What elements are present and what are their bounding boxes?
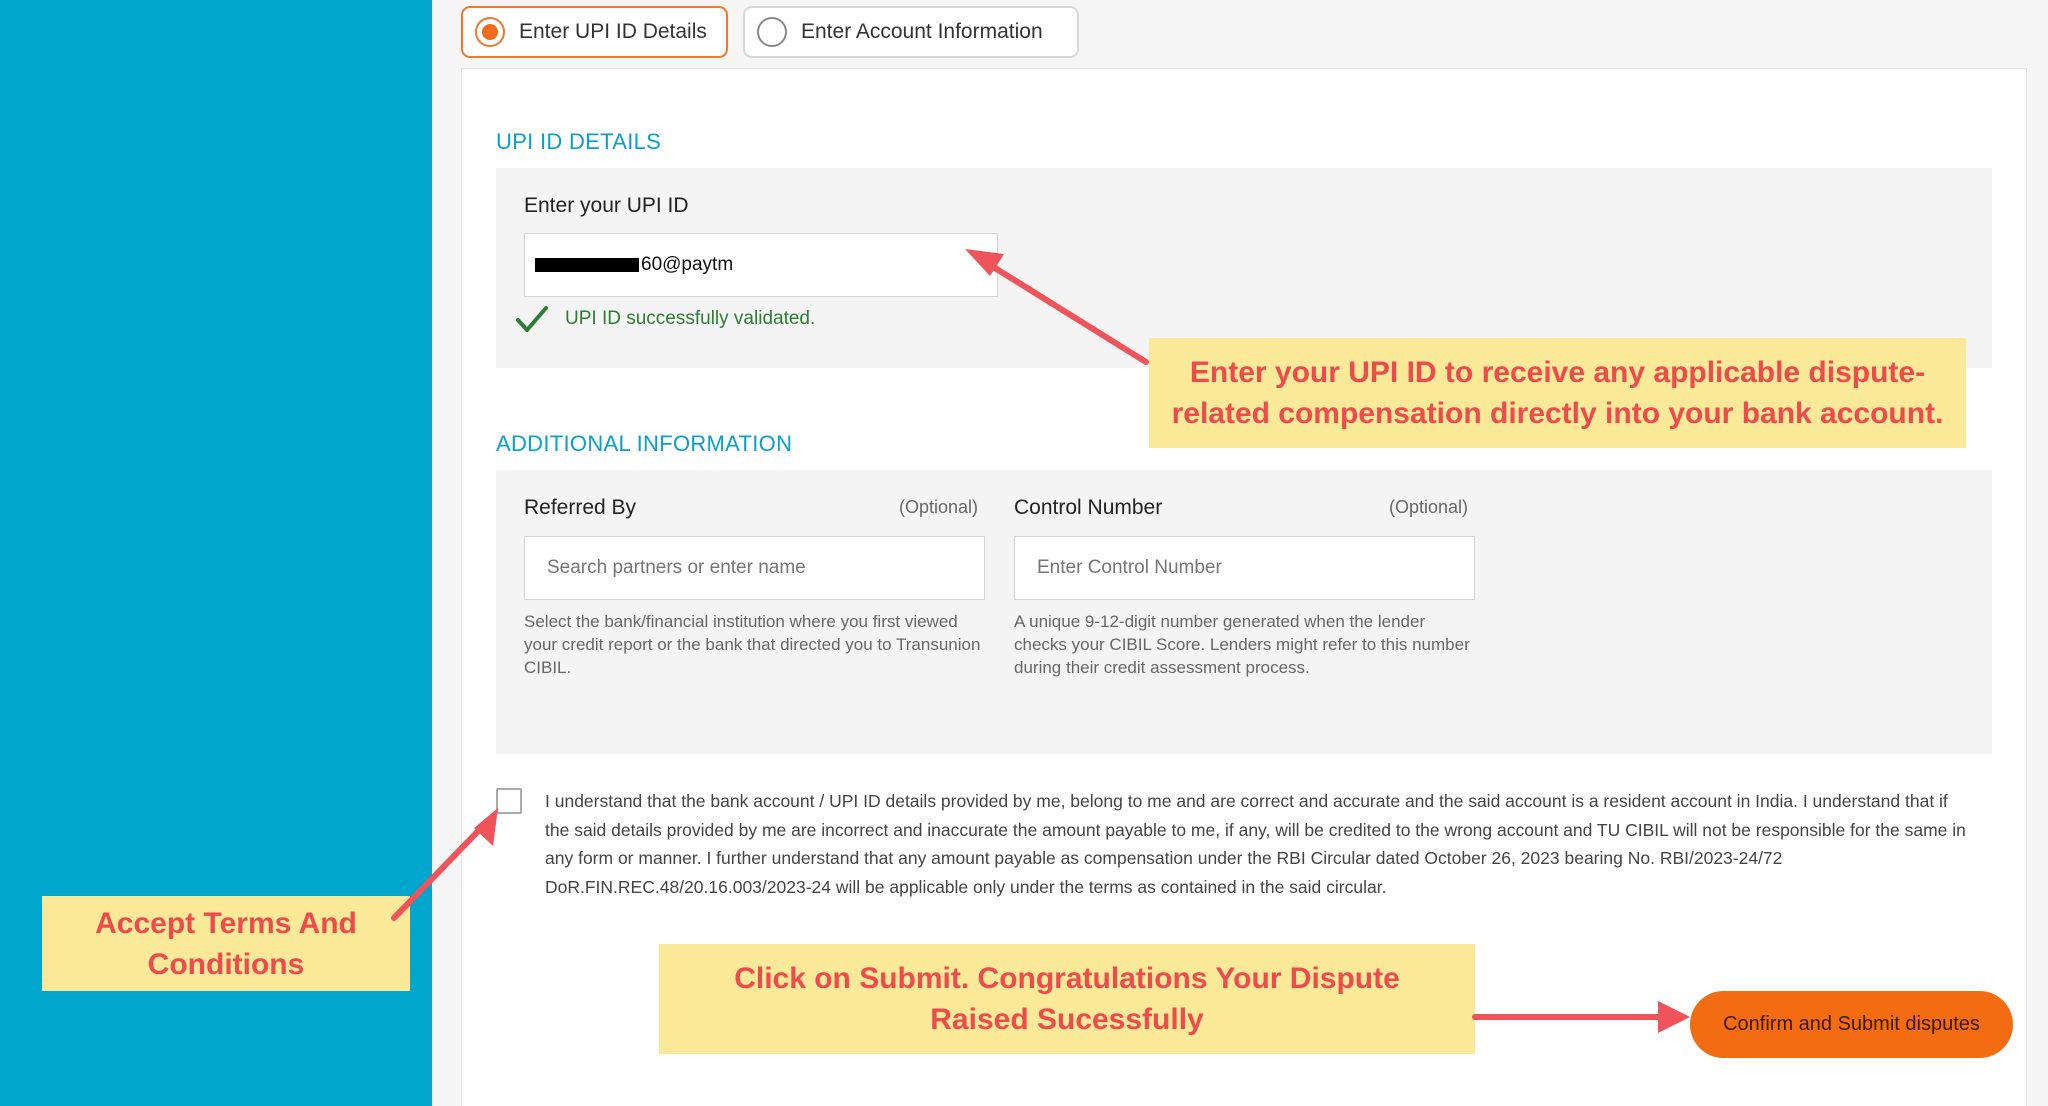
terms-callout: Accept Terms And Conditions xyxy=(42,896,410,991)
radio-empty-icon xyxy=(757,17,787,47)
validation-text: UPI ID successfully validated. xyxy=(565,308,816,329)
referred-by-label: Referred By xyxy=(524,496,637,519)
tab-label: Enter UPI ID Details xyxy=(519,20,707,43)
check-icon xyxy=(516,306,548,332)
upi-id-input[interactable]: 60@paytm xyxy=(524,233,998,297)
submit-callout: Click on Submit. Congratulations Your Di… xyxy=(659,944,1475,1054)
radio-selected-icon xyxy=(475,17,505,47)
redacted-text xyxy=(535,258,639,272)
control-number-optional: (Optional) xyxy=(1389,497,1469,517)
upi-validation-message: UPI ID successfully validated. xyxy=(515,304,815,334)
confirm-submit-disputes-button[interactable]: Confirm and Submit disputes xyxy=(1690,991,2013,1058)
referred-by-input[interactable] xyxy=(524,536,985,600)
referred-by-help: Select the bank/financial institution wh… xyxy=(524,612,981,677)
terms-text: I understand that the bank account / UPI… xyxy=(545,791,1966,897)
upi-callout: Enter your UPI ID to receive any applica… xyxy=(1149,338,1966,448)
control-number-help: A unique 9-12-digit number generated whe… xyxy=(1014,612,1470,677)
terms-checkbox[interactable] xyxy=(496,788,522,814)
tab-label: Enter Account Information xyxy=(801,20,1043,43)
additional-info-title: ADDITIONAL INFORMATION xyxy=(496,431,793,456)
upi-field-label: Enter your UPI ID xyxy=(524,194,689,217)
referred-by-optional: (Optional) xyxy=(899,497,979,517)
tab-enter-account-information[interactable]: Enter Account Information xyxy=(743,6,1079,58)
tab-enter-upi-id-details[interactable]: Enter UPI ID Details xyxy=(461,6,728,58)
control-number-label: Control Number xyxy=(1014,496,1163,519)
control-number-input[interactable] xyxy=(1014,536,1475,600)
upi-id-value: 60@paytm xyxy=(641,254,734,275)
upi-section-title: UPI ID DETAILS xyxy=(496,129,662,154)
